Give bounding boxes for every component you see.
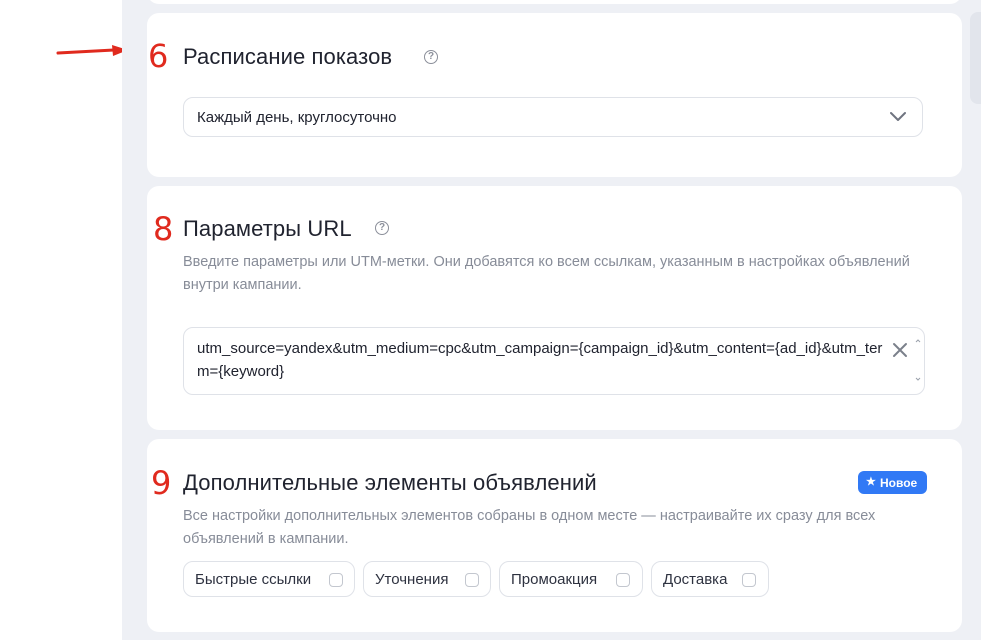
annotation-number: 9 [151,464,172,502]
scroll-down-icon[interactable] [915,376,921,382]
url-params-card: 8 Параметры URL ? Введите параметры или … [147,186,962,430]
option-quick-links[interactable]: Быстрые ссылки [183,561,355,597]
option-label: Уточнения [375,571,449,588]
option-promo[interactable]: Промоакция [499,561,643,597]
left-margin [0,0,122,640]
close-icon[interactable] [891,341,909,359]
option-callouts[interactable]: Уточнения [363,561,491,597]
section-title: Расписание показов [183,44,393,69]
section-description: Введите параметры или UTM-метки. Они доб… [183,254,910,293]
url-params-input[interactable]: utm_source=yandex&utm_medium=cpc&utm_cam… [183,327,925,395]
checkbox[interactable] [465,573,479,587]
schedule-select[interactable]: Каждый день, круглосуточно [183,97,923,137]
select-value: Каждый день, круглосуточно [197,109,397,126]
url-params-value: utm_source=yandex&utm_medium=cpc&utm_cam… [197,340,883,380]
annotation-number: 8 [153,210,174,248]
section-title: Параметры URL [183,216,352,241]
option-delivery[interactable]: Доставка [651,561,769,597]
section-title: Дополнительные элементы объявлений [183,470,597,495]
section-description: Все настройки дополнительных элементов с… [183,508,876,547]
new-badge: ★ Новое [858,471,927,494]
ad-extensions-card: 9 Дополнительные элементы объявлений ★ Н… [147,439,962,632]
chevron-down-icon [890,112,906,121]
schedule-card: 6 Расписание показов ? Каждый день, круг… [147,13,962,177]
side-scroll-panel[interactable] [970,12,981,104]
scroll-up-icon[interactable] [915,338,921,344]
checkbox[interactable] [742,573,756,587]
checkbox[interactable] [329,573,343,587]
option-label: Промоакция [511,571,598,588]
star-icon: ★ [866,476,876,488]
checkbox[interactable] [616,573,630,587]
annotation-arrow-icon [56,45,128,56]
badge-label: Новое [880,476,918,490]
previous-card [147,0,962,4]
help-icon[interactable]: ? [375,221,389,235]
option-label: Быстрые ссылки [195,571,312,588]
help-icon[interactable]: ? [424,50,438,64]
annotation-number: 6 [148,37,169,75]
option-label: Доставка [663,571,728,588]
